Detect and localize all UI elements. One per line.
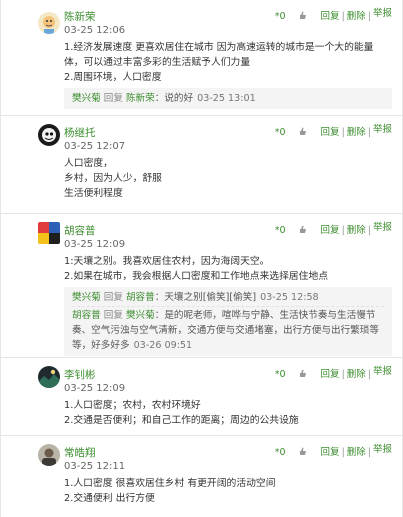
comment-line: 2.周围环境，人口密度: [64, 72, 162, 83]
report-button[interactable]: 举报: [373, 222, 392, 233]
reply-item: 樊兴菊 回复 胡容普：天壤之别[偷笑][偷笑] 03-25 12:58: [72, 289, 384, 306]
comment-item: 胡容普 03-25 12:09 *0 回复 | 删除 | 举报 1:天壤之别。我喜欢居住…: [1, 214, 402, 358]
comment-actions: *0 回复 | 删除 | 举报: [275, 366, 392, 380]
divider: |: [367, 11, 371, 22]
reply-verb: 回复: [103, 93, 123, 104]
reply-author[interactable]: 樊兴菊: [72, 93, 101, 104]
reply-button[interactable]: 回复: [321, 369, 340, 380]
vote-count: *0: [274, 11, 286, 22]
vote-count: *0: [274, 225, 286, 236]
divider: |: [341, 447, 345, 458]
report-button[interactable]: 举报: [373, 124, 392, 135]
reply-list: 樊兴菊 回复 胡容普：天壤之别[偷笑][偷笑] 03-25 12:58 胡容普 回复 樊兴…: [64, 287, 392, 356]
comment-line: 2.交通便利 出行方便: [64, 493, 155, 504]
reply-button[interactable]: 回复: [321, 225, 340, 236]
reply-button[interactable]: 回复: [321, 127, 340, 138]
comment-line: 2.交通是否便利；和自己工作的距离；周边的公共设施: [64, 415, 299, 426]
reply-verb: 回复: [103, 292, 123, 303]
reply-text: ：说的好: [154, 93, 194, 104]
comment-item: 杨继托 03-25 12:07 *0 回复 | 删除 | 举报 人口密度， 乡村，因为人…: [1, 116, 402, 214]
comment-time: 03-25 12:11: [64, 461, 126, 472]
thumbs-up-icon[interactable]: [299, 447, 306, 458]
comment-item: 陈新荣 03-25 12:06 *0 回复 | 删除 | 举报 1.经济发展速度 更喜欢…: [1, 0, 402, 116]
thumbs-up-icon[interactable]: [299, 127, 306, 138]
divider: |: [367, 369, 371, 380]
report-button[interactable]: 举报: [373, 366, 392, 377]
reply-target[interactable]: 胡容普: [126, 292, 155, 303]
comment-line: 2.如果在城市，我会根据人口密度和工作地点来选择居住地点: [64, 271, 329, 282]
reply-time: 03-25 12:58: [260, 292, 319, 303]
comment-time: 03-25 12:09: [64, 239, 126, 250]
comment-item: 常皓翔 03-25 12:11 *0 回复 | 删除 | 举报 1.人口密度 很喜欢居住…: [1, 436, 402, 517]
divider: |: [341, 11, 345, 22]
delete-button[interactable]: 删除: [347, 225, 366, 236]
comment-line: 1.人口密度 很喜欢居住乡村 有更开阔的活动空间: [64, 478, 276, 489]
comment-time: 03-25 12:09: [64, 383, 126, 394]
comment-line: 乡村，因为人少，舒服: [64, 173, 162, 184]
reply-author[interactable]: 樊兴菊: [72, 292, 101, 303]
reply-item: 胡容普 回复 樊兴菊：是的呢老师，喧哗与宁静、生活快节奏与生活慢节奏、空气污浊与空气…: [72, 306, 384, 354]
comment-actions: *0 回复 | 删除 | 举报: [275, 8, 392, 22]
reply-time: 03-25 13:01: [197, 93, 256, 104]
reply-target[interactable]: 樊兴菊: [126, 310, 155, 321]
reply-button[interactable]: 回复: [321, 447, 340, 458]
reply-item: 樊兴菊 回复 陈新荣：说的好 03-25 13:01: [72, 90, 384, 107]
reply-verb: 回复: [103, 310, 123, 321]
thumbs-up-icon[interactable]: [299, 225, 306, 236]
thumbs-up-icon[interactable]: [299, 369, 306, 380]
divider: |: [367, 225, 371, 236]
divider: |: [341, 369, 345, 380]
reply-author[interactable]: 胡容普: [72, 310, 101, 321]
reply-text: ：天壤之别[偷笑][偷笑]: [154, 292, 257, 303]
comment-actions: *0 回复 | 删除 | 举报: [275, 444, 392, 458]
comment-line: 1.经济发展速度 更喜欢居住在城市 因为高速运转的城市是一个大的能量体，可以通过…: [64, 42, 374, 68]
vote-count: *0: [274, 369, 286, 380]
comment-line: 生活便利程度: [64, 188, 123, 199]
vote-count: *0: [274, 127, 286, 138]
comment-time: 03-25 12:07: [64, 141, 126, 152]
vote-count: *0: [274, 447, 286, 458]
comment-line: 1:天壤之别。我喜欢居住农村，因为海阔天空。: [64, 256, 270, 267]
comment-actions: *0 回复 | 删除 | 举报: [275, 124, 392, 138]
reply-time: 03-26 09:51: [133, 340, 193, 351]
comment-list: 陈新荣 03-25 12:06 *0 回复 | 删除 | 举报 1.经济发展速度 更喜欢…: [0, 0, 403, 517]
thumbs-up-icon[interactable]: [299, 11, 306, 22]
reply-list: 樊兴菊 回复 陈新荣：说的好 03-25 13:01: [64, 88, 392, 109]
divider: |: [341, 225, 345, 236]
comment-item: 李钊彬 03-25 12:09 *0 回复 | 删除 | 举报 1.人口密度；农村，农村…: [1, 358, 402, 436]
reply-button[interactable]: 回复: [321, 11, 340, 22]
comment-line: 人口密度，: [64, 158, 113, 169]
divider: |: [341, 127, 345, 138]
divider: |: [367, 447, 371, 458]
report-button[interactable]: 举报: [373, 444, 392, 455]
delete-button[interactable]: 删除: [347, 447, 366, 458]
divider: |: [367, 127, 371, 138]
delete-button[interactable]: 删除: [347, 127, 366, 138]
delete-button[interactable]: 删除: [347, 369, 366, 380]
comment-time: 03-25 12:06: [64, 25, 126, 36]
comment-line: 1.人口密度；农村，农村环境好: [64, 400, 201, 411]
comment-actions: *0 回复 | 删除 | 举报: [275, 222, 392, 236]
delete-button[interactable]: 删除: [347, 11, 366, 22]
report-button[interactable]: 举报: [373, 8, 392, 19]
reply-target[interactable]: 陈新荣: [126, 93, 155, 104]
